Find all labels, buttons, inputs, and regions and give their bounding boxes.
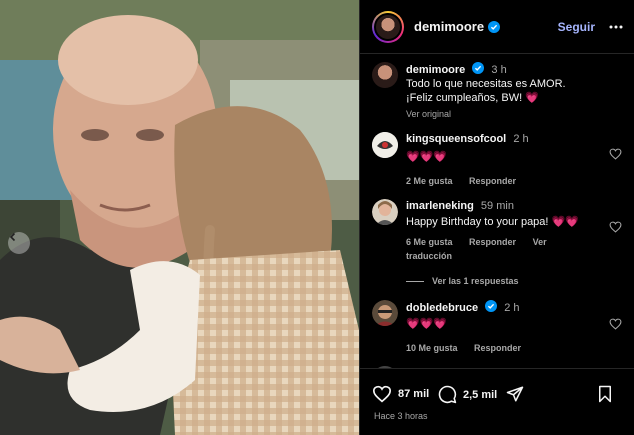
avatar[interactable] bbox=[372, 199, 398, 225]
send-icon bbox=[506, 386, 524, 402]
avatar[interactable] bbox=[372, 132, 398, 158]
avatar[interactable] bbox=[372, 300, 398, 326]
like-button[interactable]: 87 mil bbox=[372, 385, 429, 403]
commenter-avatar-graphic bbox=[372, 300, 398, 326]
post-side-panel: demimoore Seguir demimoore 3 h Todo lo q… bbox=[359, 0, 634, 435]
heart-icon bbox=[372, 385, 392, 403]
comment-time: 2 h bbox=[513, 133, 529, 145]
see-original-link[interactable]: Ver original bbox=[406, 107, 592, 121]
like-comment-heart-icon[interactable] bbox=[609, 148, 622, 160]
post-actions-bar: 87 mil 2,5 mil Hace 3 horas bbox=[360, 368, 634, 435]
post-photo bbox=[0, 0, 359, 435]
comment-button[interactable]: 2,5 mil bbox=[438, 385, 497, 404]
comment-text: 💗💗💗 bbox=[406, 151, 448, 163]
caption-time: 3 h bbox=[491, 64, 507, 76]
author-avatar[interactable] bbox=[372, 10, 404, 43]
post-timestamp: Hace 3 horas bbox=[374, 411, 428, 421]
comment-likes[interactable]: 10 Me gusta bbox=[406, 343, 458, 353]
caption-avatar[interactable] bbox=[372, 62, 398, 88]
bookmark-icon bbox=[599, 385, 611, 403]
comment-username[interactable]: kingsqueensofcool bbox=[406, 133, 506, 145]
replies-divider bbox=[406, 281, 424, 283]
comment-username[interactable]: dobledebruce bbox=[406, 302, 478, 314]
reply-button[interactable]: Responder bbox=[469, 176, 516, 186]
comment-likes[interactable]: 6 Me gusta bbox=[406, 237, 453, 247]
author-username[interactable]: demimoore bbox=[414, 19, 484, 34]
comment-text: Happy Birthday to your papa! 💗💗 bbox=[406, 216, 579, 228]
comment-time: 2 h bbox=[504, 302, 520, 314]
reply-button[interactable]: Responder bbox=[469, 237, 516, 247]
more-options-icon[interactable] bbox=[609, 25, 623, 29]
post-header: demimoore Seguir bbox=[360, 0, 634, 54]
caption-username[interactable]: demimoore bbox=[406, 64, 465, 76]
comment-likes[interactable]: 2 Me gusta bbox=[406, 176, 453, 186]
follow-button[interactable]: Seguir bbox=[558, 20, 595, 34]
previous-photo-button[interactable] bbox=[8, 232, 30, 254]
verified-badge-icon bbox=[485, 300, 498, 312]
commenter-avatar-graphic bbox=[372, 132, 398, 158]
like-comment-heart-icon[interactable] bbox=[609, 318, 622, 330]
commenter-avatar-graphic bbox=[372, 199, 398, 225]
photo-illustration bbox=[0, 0, 359, 435]
comments-list[interactable]: demimoore 3 h Todo lo que necesitas es A… bbox=[360, 54, 634, 368]
like-comment-heart-icon[interactable] bbox=[609, 221, 622, 233]
chevron-left-icon bbox=[9, 232, 16, 242]
view-replies-button[interactable]: Ver las 1 respuestas bbox=[406, 276, 519, 286]
share-button[interactable] bbox=[506, 385, 530, 403]
comment-time: 59 min bbox=[480, 200, 514, 212]
likes-count: 87 mil bbox=[398, 388, 430, 400]
reply-button[interactable]: Responder bbox=[474, 343, 521, 353]
verified-badge-icon bbox=[488, 20, 501, 33]
comments-count: 2,5 mil bbox=[463, 388, 498, 401]
comment-text: 💗💗💗 bbox=[406, 318, 448, 330]
comment-icon bbox=[438, 385, 457, 404]
save-button[interactable] bbox=[597, 385, 619, 403]
verified-badge-icon bbox=[472, 62, 485, 74]
comment-username[interactable]: imarleneking bbox=[406, 200, 474, 212]
view-replies-label: Ver las 1 respuestas bbox=[432, 276, 519, 286]
caption-text: Todo lo que necesitas es AMOR. ¡Feliz cu… bbox=[406, 78, 566, 104]
